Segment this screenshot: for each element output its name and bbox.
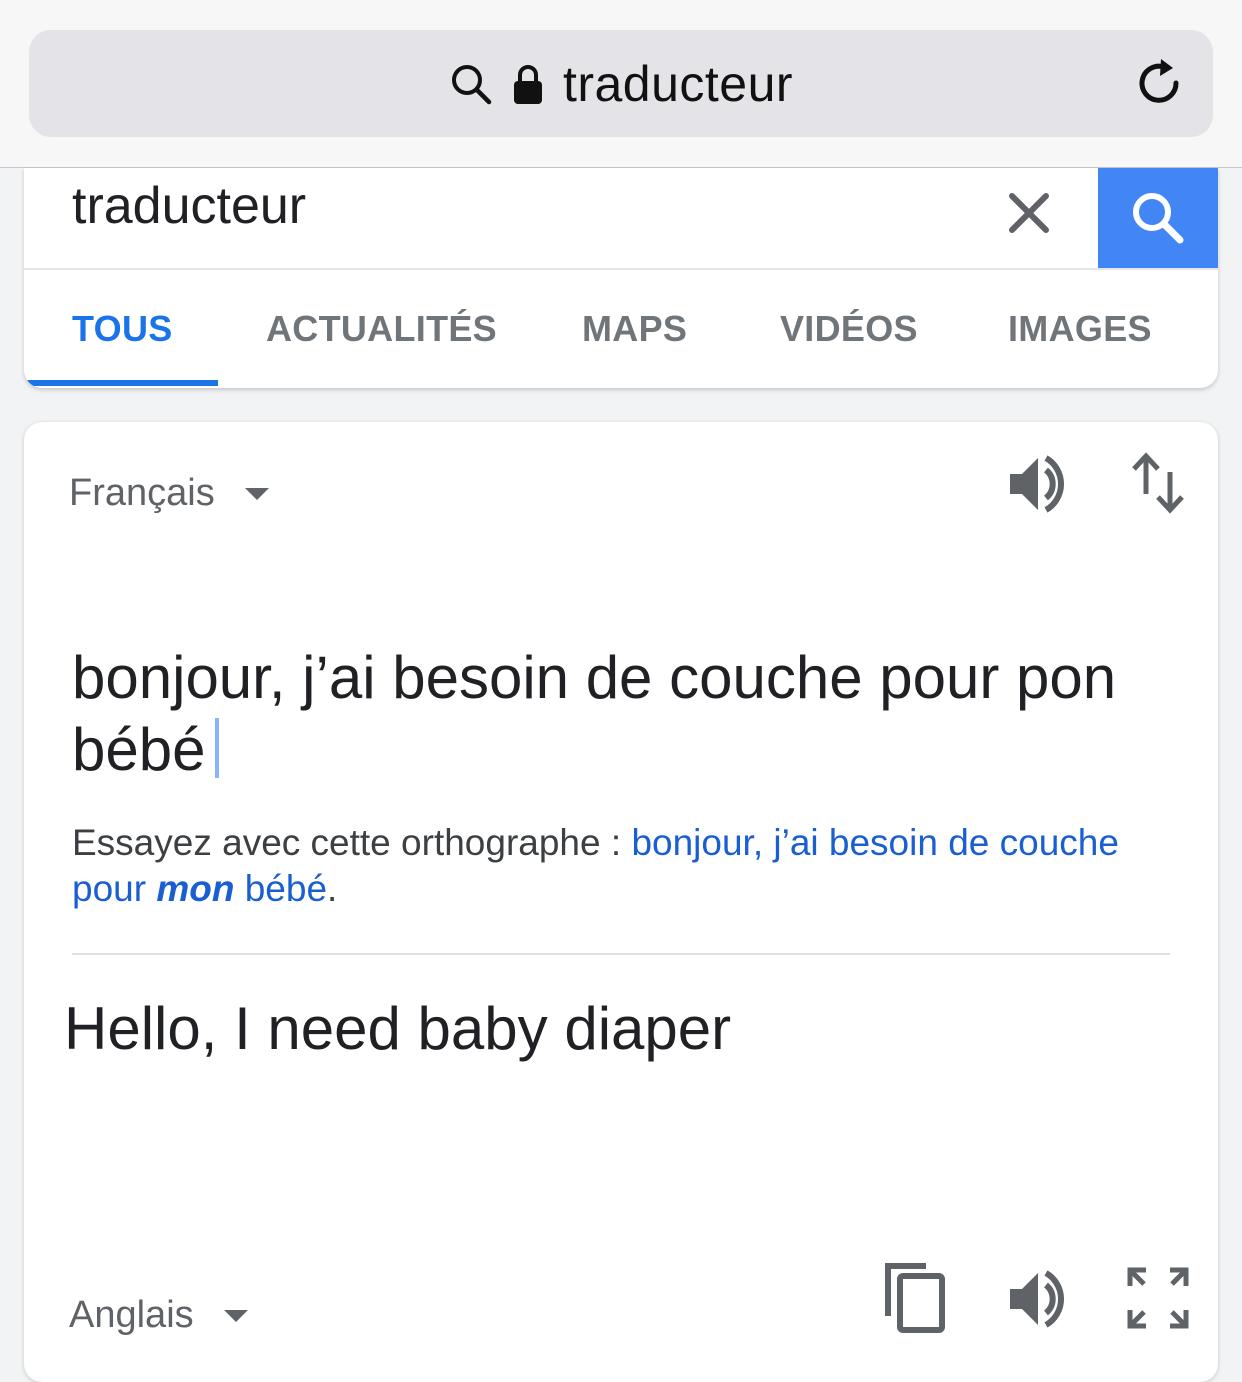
search-button[interactable]	[1098, 168, 1218, 268]
source-language-label: Français	[69, 472, 215, 514]
search-header: traducteur TOUS ACTUALITÉS MAPS VIDÉOS I…	[24, 168, 1218, 388]
tab-tous[interactable]: TOUS	[72, 308, 173, 350]
reload-icon[interactable]	[1133, 56, 1187, 110]
target-language-label: Anglais	[69, 1294, 194, 1336]
chevron-down-icon	[223, 1309, 248, 1322]
status-bar	[0, 0, 1242, 10]
swap-icon[interactable]	[1130, 452, 1186, 514]
translated-text: Hello, I need baby diaper	[64, 995, 732, 1062]
text-cursor	[215, 718, 220, 778]
url-text: traducteur	[562, 55, 794, 112]
suggestion-correction: mon	[156, 868, 235, 909]
source-text-input[interactable]: bonjour, j’ai besoin de couche pour pon …	[72, 642, 1152, 786]
address-bar[interactable]: traducteur	[29, 30, 1213, 137]
search-input[interactable]: traducteur	[72, 176, 306, 236]
fullscreen-icon[interactable]	[1126, 1266, 1190, 1330]
suggestion-suffix: .	[327, 868, 338, 909]
speaker-icon[interactable]	[1006, 452, 1070, 516]
tab-actualites[interactable]: ACTUALITÉS	[266, 308, 497, 350]
active-tab-indicator	[24, 380, 218, 386]
source-language-select[interactable]: Français	[69, 472, 269, 515]
close-icon[interactable]	[1004, 188, 1054, 238]
source-text: bonjour, j’ai besoin de couche pour pon …	[72, 644, 1117, 783]
spelling-suggestion: Essayez avec cette orthographe : bonjour…	[72, 820, 1182, 912]
target-language-select[interactable]: Anglais	[69, 1294, 248, 1337]
chevron-down-icon	[244, 487, 269, 500]
search-tabs: TOUS ACTUALITÉS MAPS VIDÉOS IMAGES	[24, 270, 1218, 388]
tab-videos[interactable]: VIDÉOS	[780, 308, 918, 350]
browser-toolbar: traducteur	[0, 0, 1242, 168]
speaker-icon[interactable]	[1006, 1267, 1070, 1331]
lock-icon	[513, 64, 542, 104]
signal-indicator	[30, 0, 170, 4]
search-icon	[1133, 193, 1184, 244]
divider	[72, 953, 1170, 955]
tab-images[interactable]: IMAGES	[1008, 308, 1152, 350]
tab-maps[interactable]: MAPS	[582, 308, 687, 350]
copy-icon[interactable]	[882, 1260, 948, 1334]
search-icon	[451, 64, 492, 104]
translator-card: Français bonjour, j’ai besoin de couche …	[24, 422, 1218, 1382]
suggestion-link-tail: bébé	[234, 868, 328, 909]
suggestion-prefix: Essayez avec cette orthographe :	[72, 822, 632, 863]
battery-indicator	[1022, 0, 1222, 4]
search-bar: traducteur	[24, 168, 1218, 270]
